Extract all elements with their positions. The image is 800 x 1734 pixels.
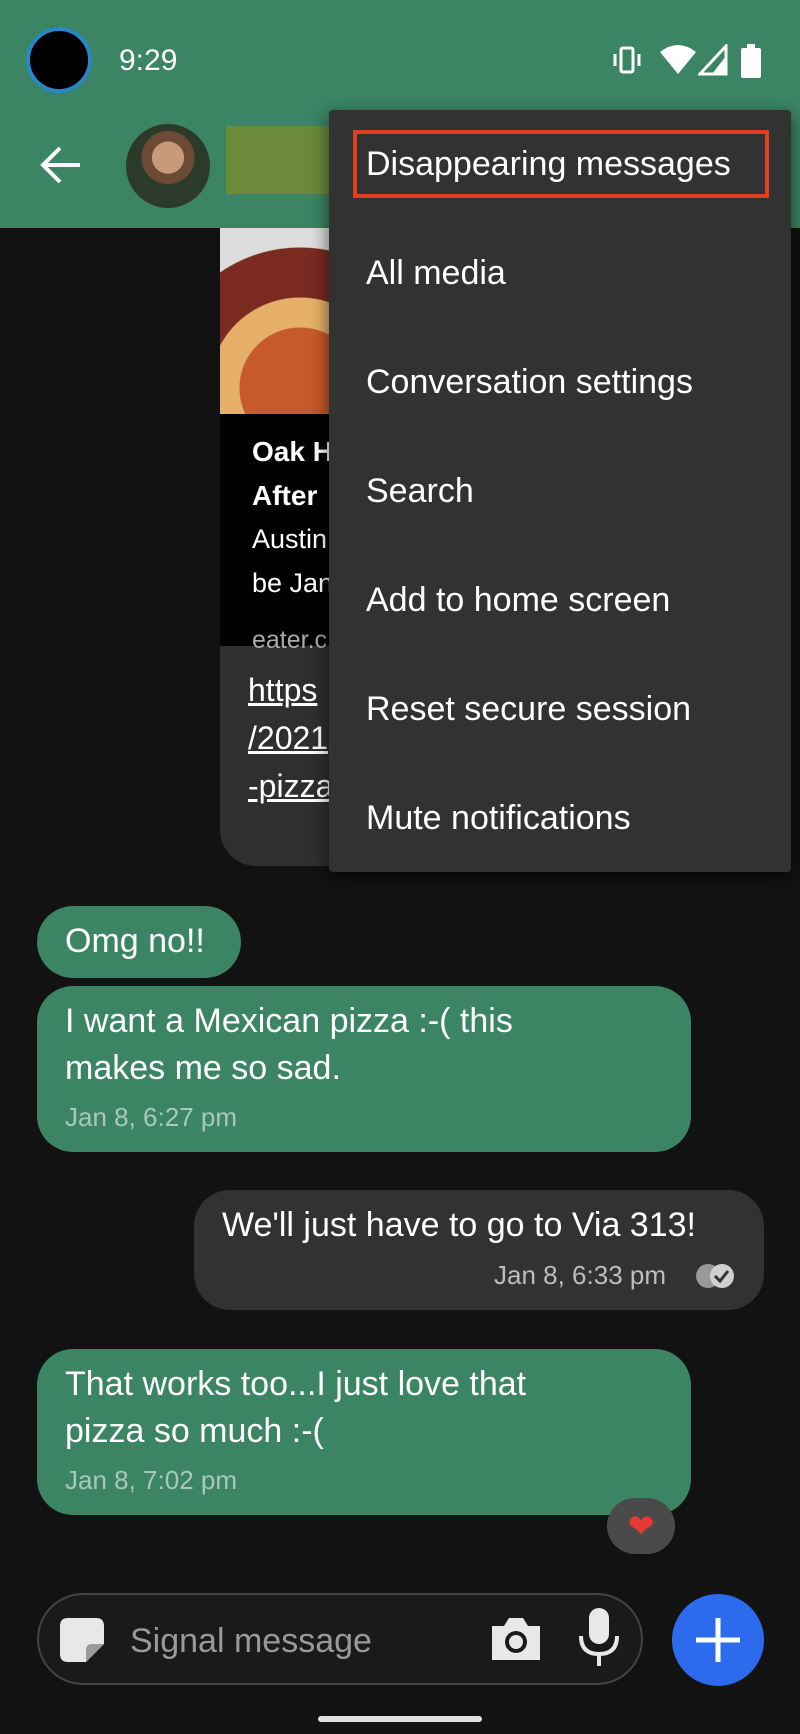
status-time: 9:29 <box>119 44 178 77</box>
link-url-line2[interactable]: /2021 <box>248 720 328 757</box>
microphone-icon[interactable] <box>576 1606 622 1670</box>
menu-item-all-media[interactable]: All media <box>329 219 791 328</box>
sticker-icon[interactable] <box>58 1616 106 1664</box>
heart-reaction-icon[interactable]: ❤ <box>607 1498 675 1554</box>
message-text: Omg no!! <box>65 922 205 960</box>
message-timestamp: Jan 8, 6:27 pm <box>65 1102 237 1132</box>
message-text: We'll just have to go to Via 313! <box>222 1206 696 1244</box>
link-url-line3[interactable]: -pizza <box>248 768 333 805</box>
status-bar-avatar <box>26 27 92 93</box>
attach-button[interactable] <box>672 1594 764 1686</box>
contact-name-redacted[interactable] <box>226 126 346 194</box>
menu-item-conversation-settings[interactable]: Conversation settings <box>329 328 791 437</box>
overflow-menu: Disappearing messages All media Conversa… <box>329 110 791 872</box>
camera-icon[interactable] <box>488 1614 544 1664</box>
menu-item-search[interactable]: Search <box>329 437 791 546</box>
link-title-line2: After <box>252 480 318 511</box>
vibrate-icon <box>613 46 641 74</box>
highlight-box <box>353 130 769 198</box>
menu-item-add-to-home-screen[interactable]: Add to home screen <box>329 546 791 655</box>
menu-item-reset-secure-session[interactable]: Reset secure session <box>329 655 791 764</box>
message-text-line1: That works too...I just love that <box>65 1365 527 1403</box>
message-input[interactable] <box>128 1612 482 1670</box>
read-receipt-icon <box>696 1264 734 1288</box>
wifi-icon <box>660 45 696 74</box>
home-indicator[interactable] <box>318 1716 482 1722</box>
link-desc-line2: be Jan <box>252 568 334 598</box>
plus-icon <box>696 1618 740 1662</box>
message-bubble-incoming[interactable]: I want a Mexican pizza :-( this makes me… <box>37 986 691 1152</box>
message-bubble-incoming[interactable]: Omg no!! <box>37 906 241 978</box>
message-bubble-incoming[interactable]: That works too...I just love that pizza … <box>37 1349 691 1515</box>
link-url-line1[interactable]: https <box>248 672 317 709</box>
message-bubble-outgoing[interactable]: We'll just have to go to Via 313! Jan 8,… <box>194 1190 764 1310</box>
link-title-line1: Oak H <box>252 436 333 467</box>
link-domain: eater.c <box>252 626 328 654</box>
back-arrow-icon[interactable] <box>38 142 84 188</box>
message-text-line2: makes me so sad. <box>65 1049 341 1087</box>
menu-item-mute-notifications[interactable]: Mute notifications <box>329 764 791 873</box>
link-desc-line1: Austin <box>252 524 328 554</box>
message-timestamp: Jan 8, 7:02 pm <box>65 1465 237 1495</box>
cellular-signal-icon <box>698 44 728 76</box>
battery-icon <box>741 44 761 78</box>
message-text-line1: I want a Mexican pizza :-( this <box>65 1002 513 1040</box>
message-text-line2: pizza so much :-( <box>65 1412 324 1450</box>
contact-avatar[interactable] <box>126 124 210 208</box>
message-timestamp: Jan 8, 6:33 pm <box>494 1260 666 1290</box>
